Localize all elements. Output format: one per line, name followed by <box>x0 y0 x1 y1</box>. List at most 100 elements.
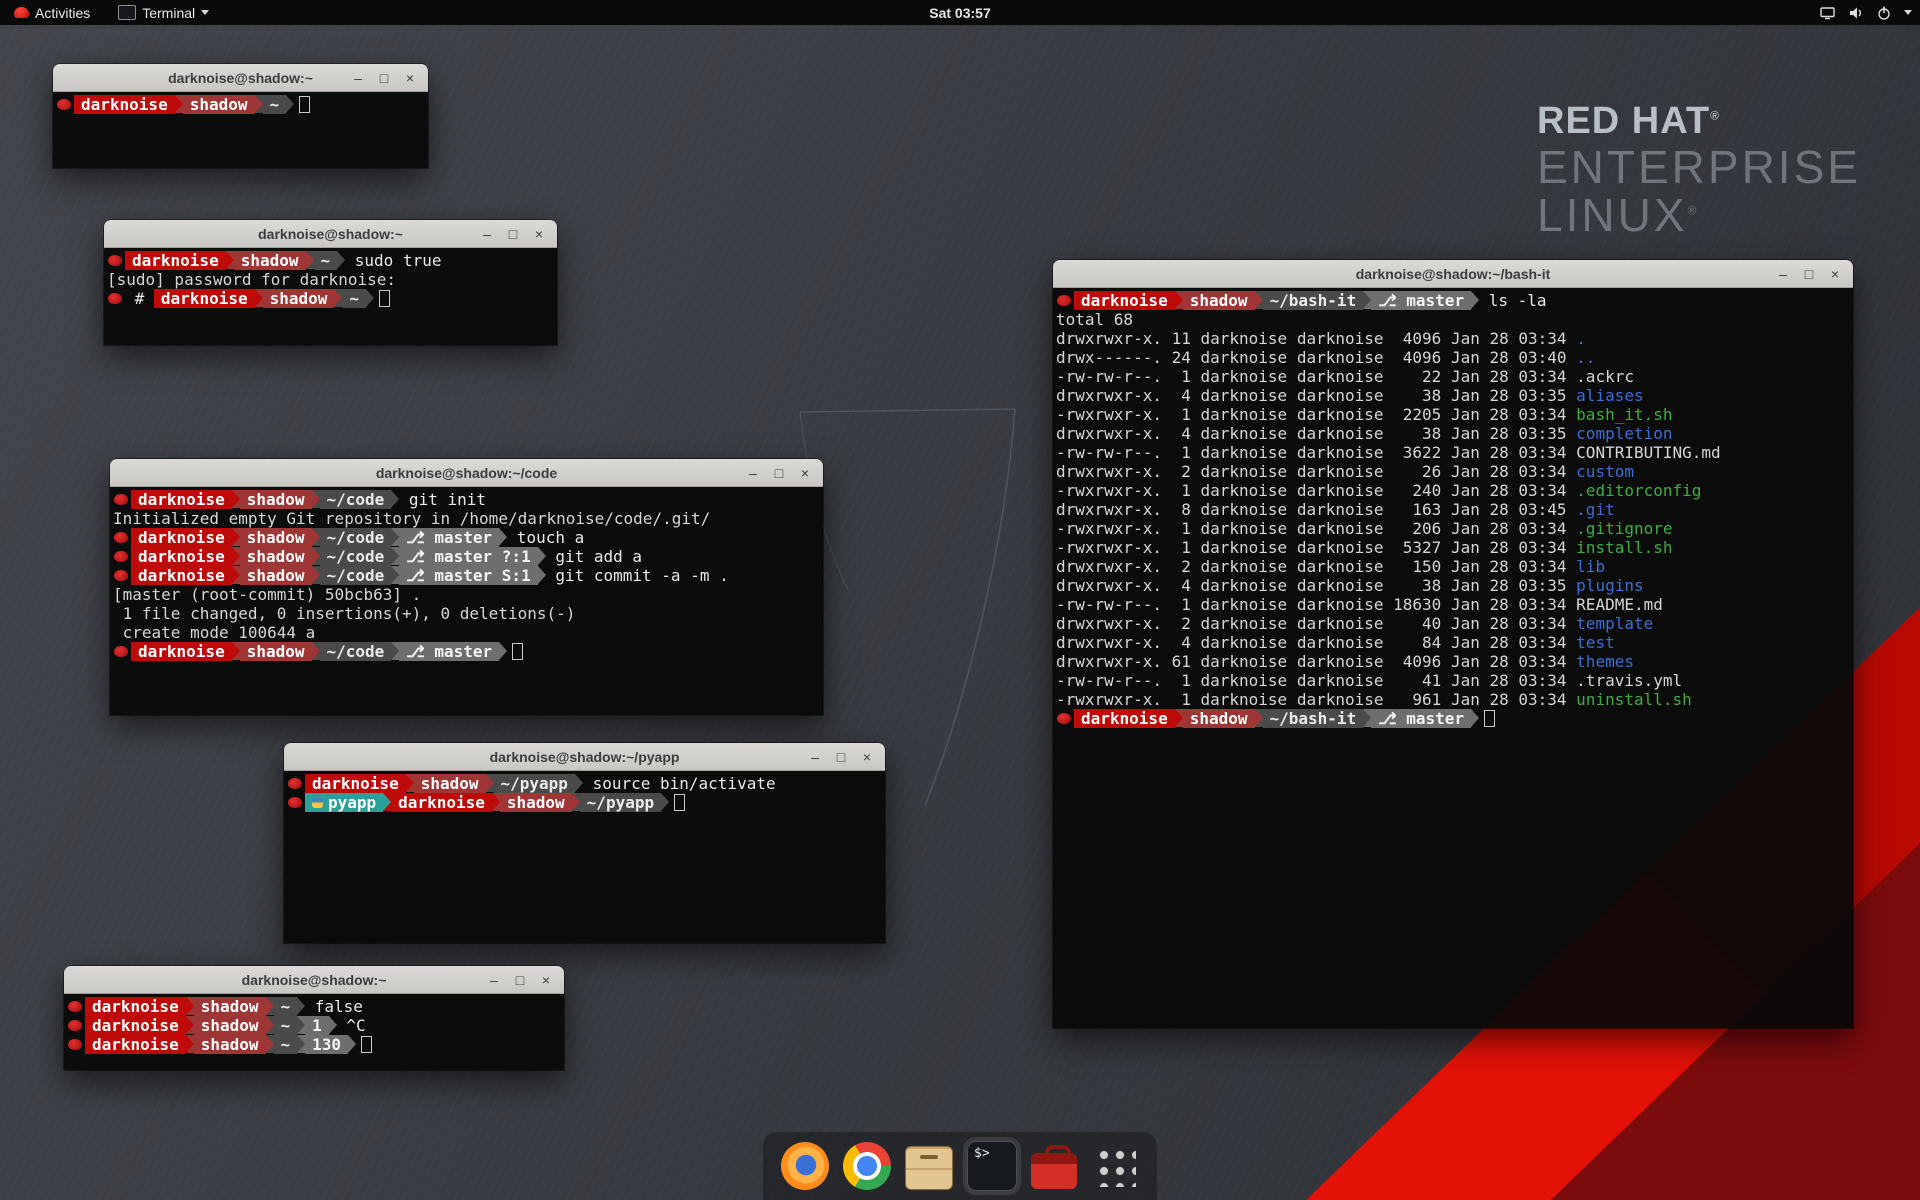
maximize-button[interactable]: □ <box>831 747 851 767</box>
prompt-segment-p: ~/bash-it <box>1263 709 1364 728</box>
redhat-prompt-icon <box>68 1001 82 1012</box>
command-text: false <box>305 997 363 1016</box>
powerline-arrow-icon <box>186 1016 194 1034</box>
powerline-arrow-icon <box>572 793 580 811</box>
maximize-button[interactable]: □ <box>510 970 530 990</box>
power-icon <box>1876 5 1892 21</box>
terminal-line: drwx------. 24 darknoise darknoise 4096 … <box>1056 348 1850 367</box>
terminal-content[interactable]: darknoiseshadow~ <box>53 92 428 175</box>
activities-button[interactable]: Activities <box>8 0 96 25</box>
redhat-prompt-icon <box>288 797 302 808</box>
terminal-line: -rw-rw-r--. 1 darknoise darknoise 22 Jan… <box>1056 367 1850 386</box>
terminal-line: darknoiseshadow~/bash-it⎇ master ls -la <box>1056 291 1850 310</box>
titlebar[interactable]: darknoise@shadow:~/code – □ × <box>110 459 823 487</box>
dock-app-grid-icon[interactable] <box>1094 1145 1136 1187</box>
prompt-segment-g: ⎇ master <box>1371 291 1471 310</box>
terminal-line: -rw-rw-r--. 1 darknoise darknoise 41 Jan… <box>1056 671 1850 690</box>
prompt-segment-u: darknoise <box>131 566 232 585</box>
registered-mark: ® <box>1710 108 1720 122</box>
output-text: -rwxrwxr-x. 1 darknoise darknoise 961 Ja… <box>1056 690 1576 709</box>
close-button[interactable]: × <box>400 68 420 88</box>
command-text: git commit -a -m . <box>546 566 729 585</box>
terminal-content[interactable]: darknoiseshadow~/code git initInitialize… <box>110 487 823 722</box>
powerline-arrow-icon <box>266 1016 274 1034</box>
app-menu-terminal[interactable]: Terminal <box>112 0 215 25</box>
maximize-button[interactable]: □ <box>374 68 394 88</box>
redhat-prompt-icon <box>114 532 128 543</box>
prompt-segment-u: darknoise <box>85 997 186 1016</box>
terminal-line: -rwxrwxr-x. 1 darknoise darknoise 2205 J… <box>1056 405 1850 424</box>
powerline-arrow-icon <box>312 528 320 546</box>
dir-name: . <box>1576 329 1586 348</box>
exec-name: install.sh <box>1576 538 1672 557</box>
maximize-button[interactable]: □ <box>1799 264 1819 284</box>
powerline-arrow-icon <box>266 997 274 1015</box>
minimize-button[interactable]: – <box>477 224 497 244</box>
titlebar[interactable]: darknoise@shadow:~ – □ × <box>64 966 564 994</box>
output-text: drwxrwxr-x. 4 darknoise darknoise 38 Jan… <box>1056 576 1576 595</box>
titlebar[interactable]: darknoise@shadow:~/pyapp – □ × <box>284 743 885 771</box>
terminal-content[interactable]: darknoiseshadow~ falsedarknoiseshadow~1 … <box>64 994 564 1077</box>
powerline-arrow-icon <box>1175 291 1183 309</box>
command-text: git init <box>399 490 486 509</box>
terminal-line: darknoiseshadow~130 <box>67 1035 561 1054</box>
close-button[interactable]: × <box>795 463 815 483</box>
prompt-segment-u: darknoise <box>131 528 232 547</box>
exec-name: .gitignore <box>1576 519 1672 538</box>
redhat-prompt-icon <box>114 646 128 657</box>
redhat-prompt-icon <box>108 293 122 304</box>
command-text: sudo true <box>345 251 441 270</box>
output-text: -rw-rw-r--. 1 darknoise darknoise 22 Jan… <box>1056 367 1576 386</box>
status-area[interactable] <box>1819 0 1912 25</box>
minimize-button[interactable]: – <box>805 747 825 767</box>
dock-chrome-icon[interactable] <box>843 1142 891 1190</box>
powerline-arrow-icon <box>255 289 263 307</box>
terminal-line: -rw-rw-r--. 1 darknoise darknoise 18630 … <box>1056 595 1850 614</box>
terminal-line: create mode 100644 a <box>113 623 820 642</box>
clock[interactable]: Sat 03:57 <box>929 5 990 21</box>
window-title: darknoise@shadow:~ <box>242 972 387 988</box>
command-text: touch a <box>507 528 584 547</box>
terminal-content[interactable]: darknoiseshadow~/bash-it⎇ master ls -lat… <box>1053 288 1853 1035</box>
dir-name: lib <box>1576 557 1605 576</box>
close-button[interactable]: × <box>1825 264 1845 284</box>
terminal-window-home-1: darknoise@shadow:~ – □ × darknoiseshadow… <box>53 64 428 168</box>
dock-firefox-icon[interactable] <box>781 1142 829 1190</box>
prompt-segment-u: darknoise <box>85 1016 186 1035</box>
powerline-arrow-icon <box>406 774 414 792</box>
dock-files-icon[interactable] <box>905 1146 953 1190</box>
titlebar[interactable]: darknoise@shadow:~ – □ × <box>53 64 428 92</box>
powerline-arrow-icon <box>391 528 399 546</box>
dir-name: plugins <box>1576 576 1643 595</box>
powerline-arrow-icon <box>391 566 399 584</box>
redhat-prompt-icon <box>68 1020 82 1031</box>
close-button[interactable]: × <box>536 970 556 990</box>
terminal-glyph: $> <box>974 1146 990 1161</box>
titlebar[interactable]: darknoise@shadow:~/bash-it – □ × <box>1053 260 1853 288</box>
minimize-button[interactable]: – <box>348 68 368 88</box>
chevron-down-icon <box>201 10 209 15</box>
output-text: -rwxrwxr-x. 1 darknoise darknoise 240 Ja… <box>1056 481 1576 500</box>
minimize-button[interactable]: – <box>1773 264 1793 284</box>
titlebar[interactable]: darknoise@shadow:~ – □ × <box>104 220 557 248</box>
output-text: total 68 <box>1056 310 1133 329</box>
prompt-segment-e: 1 <box>305 1016 329 1035</box>
close-button[interactable]: × <box>529 224 549 244</box>
prompt-segment-h: shadow <box>263 289 335 308</box>
terminal-line: darknoiseshadow~/bash-it⎇ master <box>1056 709 1850 728</box>
terminal-cursor <box>361 1036 372 1053</box>
output-text: -rw-rw-r--. 1 darknoise darknoise 3622 J… <box>1056 443 1576 462</box>
terminal-window-code: darknoise@shadow:~/code – □ × darknoises… <box>110 459 823 715</box>
prompt-segment-p: ~/code <box>320 490 392 509</box>
powerline-arrow-icon <box>297 1016 305 1034</box>
terminal-content[interactable]: darknoiseshadow~/pyapp source bin/activa… <box>284 771 885 950</box>
minimize-button[interactable]: – <box>484 970 504 990</box>
maximize-button[interactable]: □ <box>769 463 789 483</box>
redhat-prompt-icon <box>114 570 128 581</box>
dock-terminal-icon[interactable]: $> <box>967 1141 1017 1191</box>
terminal-content[interactable]: darknoiseshadow~ sudo true[sudo] passwor… <box>104 248 557 352</box>
close-button[interactable]: × <box>857 747 877 767</box>
minimize-button[interactable]: – <box>743 463 763 483</box>
maximize-button[interactable]: □ <box>503 224 523 244</box>
dock-toolbox-icon[interactable] <box>1031 1153 1077 1189</box>
